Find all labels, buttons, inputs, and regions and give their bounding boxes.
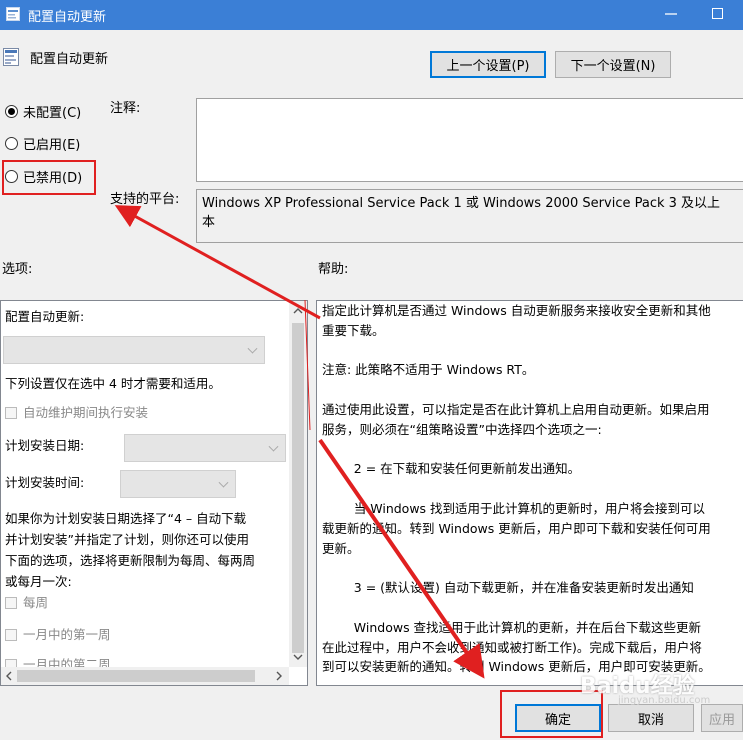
paragraph-line: 或每月一次: [5,574,72,589]
maintenance-install-label: 自动维护期间执行安装 [23,405,149,420]
options-label: 选项: [2,262,33,277]
first-week-label: 一月中的第一周 [23,627,111,642]
help-line [322,479,743,499]
help-line: 载更新的通知。转到 Windows 更新后，用户即可下载和安装任何可用 [322,520,711,536]
paragraph-line: 并计划安装”并指定了计划，则你还可以使用 [5,532,249,547]
help-line: Windows 查找适用于此计算机的更新，并在后台下载这些更新 [322,619,702,635]
schedule-time-label: 计划安装时间: [5,475,85,490]
paragraph-line: 如果你为计划安装日期选择了“4 – 自动下载 [5,511,247,526]
title-bar: 配置自动更新 [0,0,743,30]
radio-enabled[interactable]: 已启用(E) [5,132,80,154]
help-line: 在此过程中，用户不会收到通知或被打断工作)。完成下载后，用户将 [322,639,702,655]
weekly-checkbox[interactable]: 每周 [5,592,48,613]
watermark-url: jingyan.baidu.com [618,695,711,706]
help-line [322,558,743,578]
comment-label: 注释: [110,101,141,116]
prev-setting-button[interactable]: 上一个设置(P) [430,51,546,78]
options-hscroll-thumb[interactable] [17,670,255,682]
paragraph-line: 下面的选项，选择将更新限制为每周、每两周 [5,553,256,568]
help-line: 重要下载。 [322,322,385,338]
help-line: 更新。 [322,540,360,556]
scroll-left-icon[interactable] [5,671,13,681]
weekly-label: 每周 [23,595,49,610]
minimize-button[interactable] [662,4,680,24]
options-panel: 配置自动更新: 下列设置仅在选中 4 时才需要和适用。 自动维护期间执行安装 计… [0,300,308,686]
chevron-down-icon [247,343,258,354]
maintenance-install-checkbox[interactable]: 自动维护期间执行安装 [5,402,148,423]
schedule-day-label: 计划安装日期: [5,438,85,453]
schedule-time-select[interactable] [120,470,236,498]
help-line [322,440,743,460]
policy-icon [6,7,20,21]
annotation-highlight-disabled [2,160,96,195]
next-setting-button[interactable]: 下一个设置(N) [555,51,671,78]
help-line: 3 = (默认设置) 自动下载更新，并在准备安装更新时发出通知 [322,580,694,596]
schedule-restriction-paragraph: 如果你为计划安装日期选择了“4 – 自动下载 并计划安装”并指定了计划，则你还可… [5,508,295,592]
minimize-icon [665,13,677,15]
radio-empty-icon [5,136,18,150]
cancel-button[interactable]: 取消 [608,704,694,732]
help-panel: 指定此计算机是否通过 Windows 自动更新服务来接收安全更新和其他 重要下载。… [316,300,743,686]
help-line: 通过使用此设置，可以指定是否在此计算机上启用自动更新。如果启用 [322,401,710,417]
chevron-down-icon [218,477,229,488]
setting-header-title: 配置自动更新 [30,52,109,67]
checkbox-icon [5,596,17,609]
platform-value-cont: 本 [202,215,216,230]
checkbox-icon [5,628,17,641]
platform-field: Windows XP Professional Service Pack 1 或… [196,189,743,243]
help-line: 注意: 此策略不适用于 Windows RT。 [322,362,535,378]
help-line: 指定此计算机是否通过 Windows 自动更新服务来接收安全更新和其他 [322,303,711,318]
chevron-down-icon [268,441,279,452]
checkbox-icon [5,406,17,419]
help-text: 指定此计算机是否通过 Windows 自动更新服务来接收安全更新和其他 重要下载。… [322,301,743,677]
apply-button[interactable]: 应用 [701,704,743,732]
options-note: 下列设置仅在选中 4 时才需要和适用。 [5,376,221,391]
options-vertical-scrollbar[interactable] [289,301,307,667]
schedule-day-select[interactable] [124,434,286,462]
radio-not-configured[interactable]: 未配置(C) [5,100,81,122]
help-label: 帮助: [318,262,349,277]
radio-enabled-label: 已启用(E) [23,137,81,153]
options-horizontal-scrollbar[interactable] [1,667,289,685]
policy-setting-icon [3,48,19,66]
first-week-checkbox[interactable]: 一月中的第一周 [5,624,111,645]
help-line [322,341,743,361]
radio-dot-icon [5,104,18,118]
options-scroll-thumb[interactable] [292,323,304,653]
help-line: 2 = 在下载和安装任何更新前发出通知。 [322,461,581,477]
maximize-button[interactable] [712,8,723,19]
comment-textarea[interactable] [196,98,743,182]
scroll-down-icon[interactable] [293,653,303,661]
scroll-right-icon[interactable] [275,671,283,681]
help-line [322,598,743,618]
window-title: 配置自动更新 [28,10,107,25]
configure-auto-update-select[interactable] [3,336,265,364]
scroll-up-icon[interactable] [293,307,303,315]
configure-auto-update-label: 配置自动更新: [5,309,85,324]
help-line [322,380,743,400]
help-line: 服务，则必须在“组策略设置”中选择四个选项之一: [322,421,602,437]
radio-not-configured-label: 未配置(C) [23,105,82,121]
help-line: 当 Windows 找到适用于此计算机的更新时，用户将会接到可以 [322,500,706,516]
platform-label: 支持的平台: [110,192,180,207]
platform-value: Windows XP Professional Service Pack 1 或… [202,196,721,211]
